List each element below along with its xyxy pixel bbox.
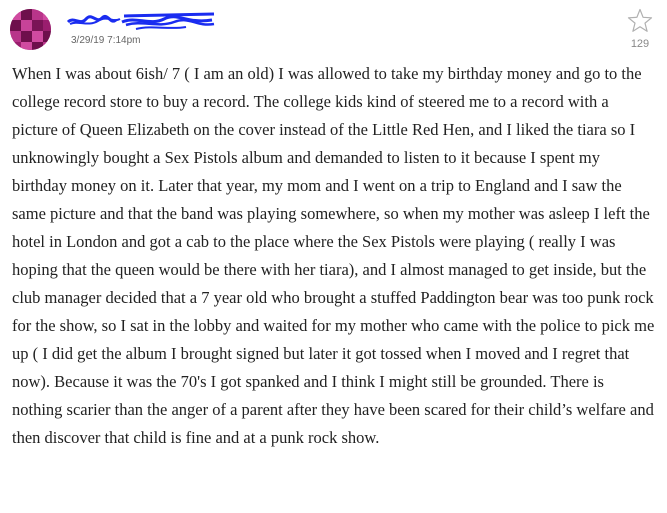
- post-timestamp: 3/29/19 7:14pm: [71, 35, 141, 46]
- vote-count: 129: [630, 38, 650, 50]
- redacted-username: [66, 12, 215, 30]
- comment-body: When I was about 6ish/ 7 ( I am an old) …: [12, 64, 655, 447]
- user-avatar[interactable]: [10, 9, 51, 50]
- star-icon[interactable]: [627, 8, 653, 34]
